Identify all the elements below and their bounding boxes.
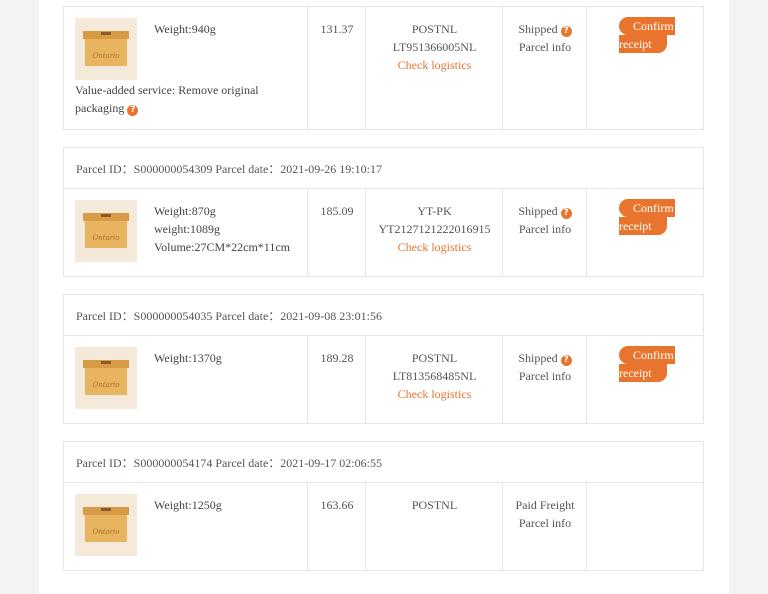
price-cell: 131.37 [307,7,366,129]
check-logistics-link[interactable]: Check logistics [366,385,503,403]
item-cell: Ontario Weight:1250g [64,483,307,570]
carrier-cell: POSTNL LT951366005NL Check logistics [365,7,503,129]
item-weight: Weight:870g [154,204,216,218]
item-volume: Volume:27CM*22cm*11cm [154,240,290,254]
carrier-cell: YT-PK YT2127121222016915 Check logistics [365,189,503,276]
item-specs: Weight:940g [154,20,216,38]
question-circle-icon[interactable]: ? [560,355,572,366]
carrier-cell: POSTNL [365,483,503,570]
status-text: Shipped [518,204,558,218]
price-cell: 189.28 [307,336,366,423]
svg-text:Ontario: Ontario [92,52,119,60]
parcel-box-icon: Ontario [75,347,137,409]
status-cell: Shipped ? Parcel info [502,7,587,129]
confirm-receipt-button[interactable]: Confirm receipt [619,17,675,57]
parcel-price: 131.37 [320,22,354,36]
status-text: Shipped [518,22,558,36]
item-weight: Weight:1250g [154,498,222,512]
parcel-header: Parcel ID：S000000054174 Parcel date：2021… [63,441,704,483]
parcel-row: Ontario Weight:1370g 189.28 POSTNL LT813… [63,336,704,424]
parcel-price: 189.28 [320,351,354,365]
parcel-row: Ontario Weight:870g weight:1089g Volume:… [63,189,704,277]
carrier-name: YT-PK [417,204,452,218]
check-logistics-link[interactable]: Check logistics [366,56,503,74]
question-circle-icon[interactable]: ? [560,208,572,219]
parcel-box-icon: Ontario [75,200,137,262]
action-cell: Confirm receipt [586,336,705,423]
svg-text:Ontario: Ontario [92,528,119,536]
price-cell: 163.66 [307,483,366,570]
parcel-price: 163.66 [320,498,354,512]
parcel-info-link[interactable]: Parcel info [503,367,587,385]
action-cell [586,483,705,570]
item-cell: Ontario Weight:870g weight:1089g Volume:… [64,189,307,276]
action-cell: Confirm receipt [586,189,705,276]
confirm-receipt-button[interactable]: Confirm receipt [619,346,675,386]
item-specs: Weight:1250g [154,496,222,514]
tracking-number: LT813568485NL [392,369,477,383]
tracking-number: YT2127121222016915 [378,222,491,236]
tracking-number: LT951366005NL [392,40,477,54]
status-cell: Shipped ? Parcel info [502,336,587,423]
item-specs: Weight:870g weight:1089g Volume:27CM*22c… [154,202,290,256]
parcel-header: Parcel ID：S000000054309 Parcel date：2021… [63,147,704,189]
status-text: Shipped [518,351,558,365]
parcel-row: Ontario Weight:1250g 163.66 POSTNL Paid … [63,483,704,571]
svg-text:Ontario: Ontario [92,381,119,389]
item-weight: Weight:1370g [154,351,222,365]
question-circle-icon[interactable]: ? [127,105,139,116]
parcel-id-date: Parcel ID：S000000054309 Parcel date：2021… [76,161,382,176]
item-cell: Ontario Weight:1370g [64,336,307,423]
carrier-name: POSTNL [411,498,458,512]
action-cell: Confirm receipt [586,7,705,129]
status-text: Paid Freight [515,498,575,512]
parcel-info-link[interactable]: Parcel info [503,514,587,532]
parcel-card: Parcel ID：S000000054309 Parcel date：2021… [63,147,704,277]
status-cell: Paid Freight Parcel info [502,483,587,570]
value-added-service: Value-added service: Remove original pac… [75,83,259,116]
carrier-name: POSTNL [411,351,458,365]
item-cell: Ontario Weight:940g Value-added service:… [64,7,307,129]
parcel-row: Ontario Weight:940g Value-added service:… [63,6,704,130]
question-circle-icon[interactable]: ? [560,26,572,37]
item-weight-actual: weight:1089g [154,222,220,236]
check-logistics-link[interactable]: Check logistics [366,238,503,256]
parcel-box-icon: Ontario [75,18,137,80]
confirm-receipt-button[interactable]: Confirm receipt [619,199,675,239]
parcel-info-link[interactable]: Parcel info [503,220,587,238]
carrier-cell: POSTNL LT813568485NL Check logistics [365,336,503,423]
parcel-id-date: Parcel ID：S000000054174 Parcel date：2021… [76,455,382,470]
parcel-header: Parcel ID：S000000054035 Parcel date：2021… [63,294,704,336]
parcel-card: Parcel ID：S000000054035 Parcel date：2021… [63,294,704,424]
parcel-id-date: Parcel ID：S000000054035 Parcel date：2021… [76,308,382,323]
svg-text:Ontario: Ontario [92,234,119,242]
parcel-list-page: Ontario Weight:940g Value-added service:… [39,0,729,594]
parcel-info-link[interactable]: Parcel info [503,38,587,56]
price-cell: 185.09 [307,189,366,276]
status-cell: Shipped ? Parcel info [502,189,587,276]
carrier-name: POSTNL [411,22,458,36]
parcel-card: Parcel ID：S000000054174 Parcel date：2021… [63,441,704,571]
parcel-box-icon: Ontario [75,494,137,556]
parcel-price: 185.09 [320,204,354,218]
item-weight: Weight:940g [154,22,216,36]
parcel-card: Ontario Weight:940g Value-added service:… [63,6,704,130]
item-specs: Weight:1370g [154,349,222,367]
